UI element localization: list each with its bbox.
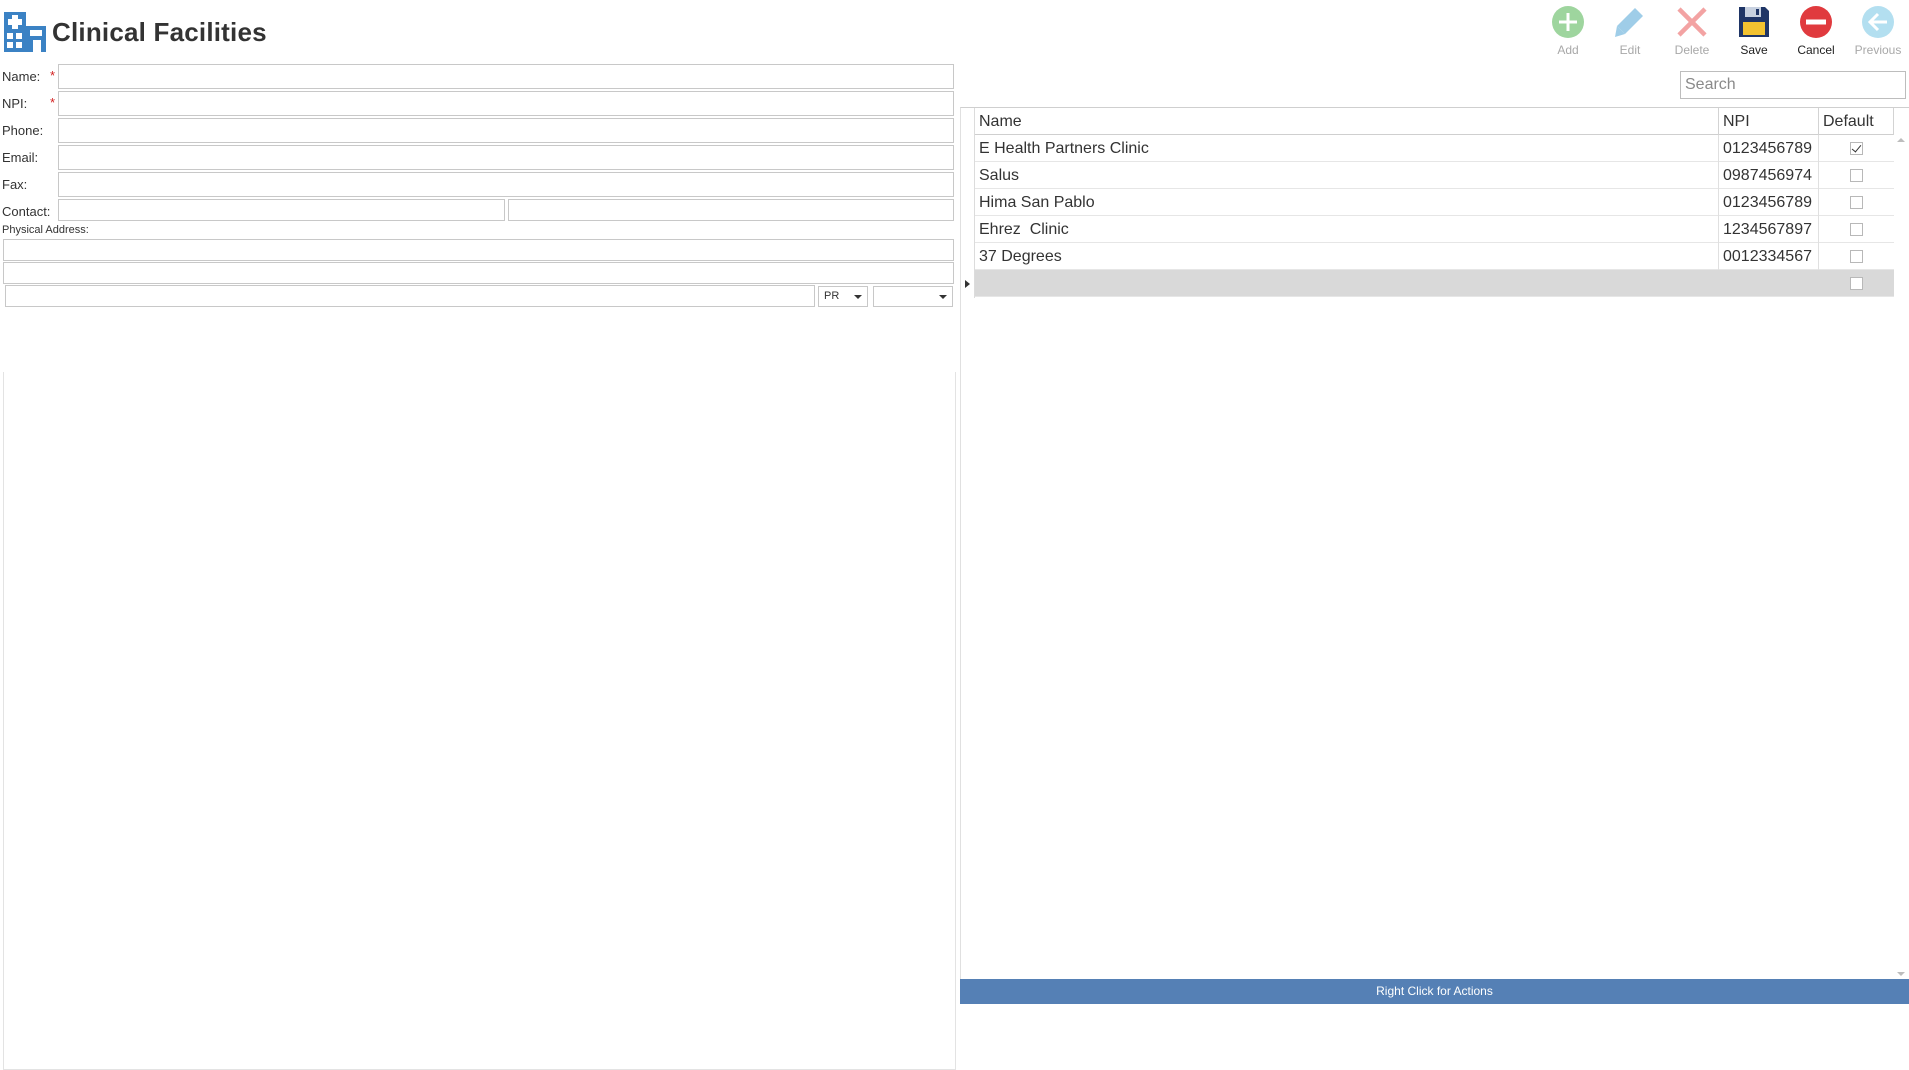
save-button[interactable]: Save	[1723, 4, 1785, 60]
no-entry-icon	[1800, 6, 1832, 38]
table-row[interactable]: Salus 0987456974	[975, 162, 1894, 189]
previous-button-label: Previous	[1854, 43, 1902, 57]
facility-npi-cell: 0123456789	[1719, 189, 1819, 216]
chevron-down-icon	[854, 295, 862, 299]
new-row[interactable]	[975, 270, 1894, 297]
add-button-label: Add	[1557, 43, 1579, 57]
column-header-default[interactable]: Default	[1819, 108, 1894, 135]
default-checkbox[interactable]	[1850, 169, 1863, 182]
table-row[interactable]: 37 Degrees 0012334567	[975, 243, 1894, 270]
email-row: Email:	[0, 145, 956, 171]
physical-address-label: Physical Address:	[2, 224, 89, 236]
table-row[interactable]: Ehrez Clinic 1234567897	[975, 216, 1894, 243]
name-label: Name:	[2, 69, 41, 84]
facility-npi-cell: 0987456974	[1719, 162, 1819, 189]
form-body-panel	[3, 372, 956, 1070]
default-checkbox[interactable]	[1850, 223, 1863, 236]
scroll-down-icon[interactable]	[1897, 972, 1905, 976]
grid-header: Name NPI Default	[975, 108, 1894, 135]
email-input[interactable]	[58, 145, 954, 170]
row-indicator-icon	[965, 280, 970, 288]
name-input[interactable]	[58, 64, 954, 89]
arrow-left-circle-icon	[1862, 6, 1894, 38]
page-header: Clinical Facilities	[4, 12, 267, 52]
facility-name-cell: Hima San Pablo	[975, 189, 1719, 216]
contact-row: Contact:	[0, 199, 956, 225]
row-indicator-column	[961, 108, 975, 298]
name-required-marker: *	[50, 68, 56, 83]
save-button-label: Save	[1740, 43, 1768, 57]
state-select[interactable]: PR	[818, 286, 868, 307]
delete-button[interactable]: Delete	[1661, 4, 1723, 60]
city-input[interactable]	[5, 285, 815, 307]
toolbar: Add Edit Delete Save Cancel Previous	[1537, 4, 1909, 60]
facility-name-cell: Salus	[975, 162, 1719, 189]
pencil-icon	[1615, 8, 1643, 37]
zip-select[interactable]	[873, 286, 953, 307]
page-title: Clinical Facilities	[52, 16, 267, 47]
default-checkbox[interactable]	[1850, 196, 1863, 209]
npi-row: NPI: *	[0, 91, 956, 117]
chevron-down-icon	[939, 295, 947, 299]
column-header-name[interactable]: Name	[975, 108, 1719, 135]
edit-button-label: Edit	[1619, 43, 1641, 57]
address-line2-input[interactable]	[3, 262, 954, 284]
facility-name-cell: Ehrez Clinic	[975, 216, 1719, 243]
previous-button[interactable]: Previous	[1847, 4, 1909, 60]
npi-required-marker: *	[50, 95, 56, 110]
add-button[interactable]: Add	[1537, 4, 1599, 60]
default-checkbox[interactable]	[1850, 142, 1863, 155]
fax-row: Fax:	[0, 172, 956, 198]
status-bar[interactable]: Right Click for Actions	[960, 979, 1909, 1004]
fax-label: Fax:	[2, 177, 28, 192]
facilities-grid: Name NPI Default E Health Partners Clini…	[960, 107, 1909, 979]
npi-label: NPI:	[2, 96, 28, 111]
contact-second-input[interactable]	[508, 199, 954, 221]
cancel-button-label: Cancel	[1797, 43, 1835, 57]
table-row[interactable]: Hima San Pablo 0123456789	[975, 189, 1894, 216]
x-icon	[1677, 7, 1707, 37]
search-input[interactable]	[1680, 71, 1906, 99]
state-select-value: PR	[824, 290, 840, 302]
table-row[interactable]: E Health Partners Clinic 0123456789	[975, 135, 1894, 162]
phone-label: Phone:	[2, 123, 44, 138]
npi-input[interactable]	[58, 91, 954, 116]
fax-input[interactable]	[58, 172, 954, 197]
name-row: Name: *	[0, 64, 956, 90]
plus-circle-icon	[1552, 6, 1584, 38]
facility-npi-cell: 0012334567	[1719, 243, 1819, 270]
new-row-default-checkbox[interactable]	[1850, 277, 1863, 290]
facility-name-cell: 37 Degrees	[975, 243, 1719, 270]
contact-label: Contact:	[2, 204, 51, 219]
contact-first-input[interactable]	[58, 199, 505, 221]
grid-scrollbar[interactable]	[1893, 134, 1909, 980]
phone-input[interactable]	[58, 118, 954, 143]
default-checkbox[interactable]	[1850, 250, 1863, 263]
email-label: Email:	[2, 150, 39, 165]
floppy-disk-icon	[1739, 7, 1769, 37]
cancel-button[interactable]: Cancel	[1785, 4, 1847, 60]
facility-npi-cell: 1234567897	[1719, 216, 1819, 243]
edit-button[interactable]: Edit	[1599, 4, 1661, 60]
column-header-npi[interactable]: NPI	[1719, 108, 1819, 135]
facility-npi-cell: 0123456789	[1719, 135, 1819, 162]
facility-name-cell: E Health Partners Clinic	[975, 135, 1719, 162]
scroll-up-icon[interactable]	[1897, 138, 1905, 142]
address-line1-input[interactable]	[3, 239, 954, 261]
delete-button-label: Delete	[1674, 43, 1710, 57]
hospital-icon	[4, 12, 46, 52]
phone-row: Phone:	[0, 118, 956, 144]
